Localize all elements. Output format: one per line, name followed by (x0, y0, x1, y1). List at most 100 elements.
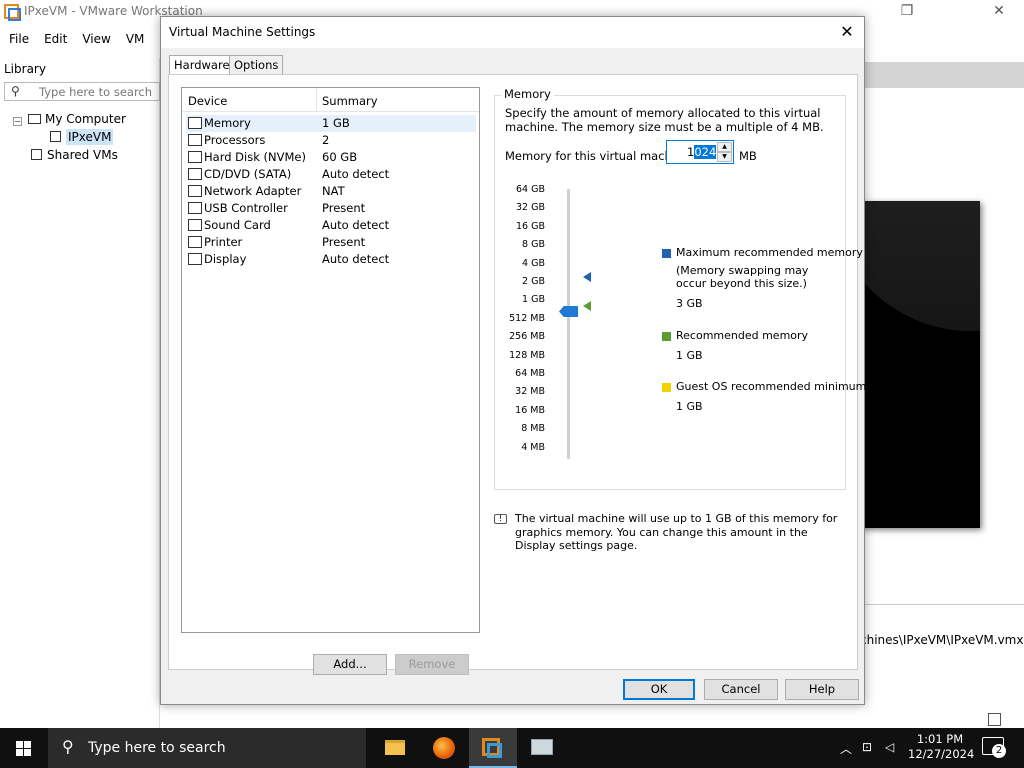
device-row-memory[interactable]: memory-iconMemory 1 GB (186, 115, 476, 132)
remove-button[interactable]: Remove (395, 654, 469, 675)
taskbar-search-placeholder: Type here to search (88, 740, 226, 756)
collapse-icon[interactable]: − (13, 117, 22, 126)
scale-label: 4 GB (522, 257, 545, 269)
tree-item-label: My Computer (45, 112, 126, 126)
add-button[interactable]: Add... (313, 654, 387, 675)
search-icon: ⚲ (62, 737, 74, 756)
menu-vm[interactable]: VM (120, 28, 151, 50)
vmware-logo-icon (4, 4, 21, 21)
device-summary: 1 GB (322, 116, 350, 130)
memory-spinbox[interactable]: 1024 ▲ ▼ (666, 140, 734, 164)
device-summary: Present (322, 201, 366, 215)
cancel-button[interactable]: Cancel (704, 679, 778, 700)
device-icon: cd-dvd-icon (188, 168, 202, 180)
library-title: Library (4, 62, 46, 76)
vmware-taskbar-icon[interactable] (469, 728, 517, 768)
device-name: Hard Disk (NVMe) (204, 150, 306, 164)
taskbar-clock[interactable]: 1:01 PM 12/27/2024 (908, 732, 974, 762)
memory-value-selected: 024 (694, 145, 717, 159)
device-name: Memory (204, 116, 251, 130)
network-icon[interactable]: ⊡ (862, 740, 872, 754)
info-bubble-icon: ! (494, 514, 507, 524)
column-device[interactable]: Device (188, 94, 227, 108)
vm-icon (50, 131, 61, 142)
menu-edit[interactable]: Edit (38, 28, 73, 50)
device-icon: usb-controller-icon (188, 202, 202, 214)
device-row-network-adapter[interactable]: network-adapter-iconNetwork Adapter NAT (186, 183, 476, 200)
show-hidden-icons-icon[interactable]: ︿ (840, 740, 852, 757)
scale-label: 32 GB (516, 202, 545, 214)
device-icon: network-adapter-icon (188, 185, 202, 197)
divider (860, 604, 1024, 605)
recommended-swatch (662, 332, 671, 341)
device-name: Network Adapter (204, 184, 302, 198)
scale-label: 512 MB (509, 312, 545, 324)
device-summary: Auto detect (322, 218, 390, 232)
scale-label: 4 MB (521, 441, 545, 453)
help-button[interactable]: Help (785, 679, 859, 700)
scale-label: 256 MB (509, 331, 545, 343)
device-name: Sound Card (204, 218, 271, 232)
menu-view[interactable]: View (76, 28, 116, 50)
memory-slider-track[interactable] (567, 189, 570, 459)
device-row-sound-card[interactable]: sound-card-iconSound Card Auto detect (186, 217, 476, 234)
spin-down-icon[interactable]: ▼ (717, 152, 732, 162)
tab-hardware[interactable]: Hardware (169, 55, 235, 75)
note-icon[interactable] (988, 713, 1001, 726)
taskbar-search[interactable]: ⚲ Type here to search (48, 728, 366, 768)
hardware-tab-page: Device Summary memory-iconMemory1 GBproc… (168, 74, 866, 675)
vm-tab-strip (860, 62, 1024, 88)
device-row-hard-disk-nvme[interactable]: hard-disk-iconHard Disk (NVMe) 60 GB (186, 149, 476, 166)
memory-value[interactable]: 1024 (687, 145, 717, 159)
file-explorer-icon[interactable] (370, 728, 418, 768)
graphics-memory-text: The virtual machine will use up to 1 GB … (515, 512, 838, 552)
tree-item-shared-vms[interactable]: Shared VMs (31, 148, 118, 162)
device-icon: processor-icon (188, 134, 202, 146)
max-recommended-marker (583, 272, 591, 282)
ok-button[interactable]: OK (623, 679, 695, 700)
legend-recommended-value: 1 GB (676, 349, 703, 362)
device-icon: hard-disk-icon (188, 151, 202, 163)
device-summary: Auto detect (322, 167, 390, 181)
device-row-display[interactable]: display-iconDisplay Auto detect (186, 251, 476, 268)
tab-options[interactable]: Options (229, 55, 284, 74)
close-icon[interactable]: ✕ (976, 0, 1022, 24)
shared-vms-icon (31, 149, 42, 160)
tree-item-label: IPxeVM (66, 129, 114, 145)
device-summary: 60 GB (322, 150, 358, 164)
search-icon: ⚲ (11, 84, 20, 98)
volume-icon[interactable]: ◁ (885, 740, 894, 754)
device-row-usb-controller[interactable]: usb-controller-iconUSB Controller Present (186, 200, 476, 217)
vm-screen-preview[interactable] (860, 201, 980, 528)
memory-slider-thumb[interactable] (559, 306, 578, 317)
dialog-title-bar: Virtual Machine Settings ✕ (161, 17, 864, 48)
restore-icon[interactable]: ❐ (884, 0, 930, 24)
scale-label: 32 MB (515, 386, 545, 398)
device-row-processors[interactable]: processor-iconProcessors 2 (186, 132, 476, 149)
device-row-cd-dvd-sata[interactable]: cd-dvd-iconCD/DVD (SATA) Auto detect (186, 166, 476, 183)
memory-group-title: Memory (501, 87, 554, 101)
device-icon: printer-icon (188, 236, 202, 248)
scale-label: 64 GB (516, 184, 545, 195)
device-name: CD/DVD (SATA) (204, 167, 292, 181)
column-summary[interactable]: Summary (322, 94, 378, 108)
max-recommended-swatch (662, 249, 671, 258)
memory-group: Memory Specify the amount of memory allo… (494, 87, 866, 490)
scale-label: 1 GB (522, 294, 545, 306)
device-summary: NAT (322, 184, 345, 198)
start-button[interactable] (0, 728, 48, 768)
dialog-close-icon[interactable]: ✕ (834, 20, 860, 44)
device-row-printer[interactable]: printer-iconPrinter Present (186, 234, 476, 251)
menu-bar: File Edit View VM (0, 28, 150, 50)
legend-guest-label: Guest OS recommended minimum (676, 380, 867, 393)
notification-count-badge: 2 (992, 744, 1006, 758)
notification-center-icon[interactable]: 2 (982, 737, 1006, 758)
device-name: USB Controller (204, 201, 288, 215)
spin-up-icon[interactable]: ▲ (717, 142, 732, 152)
tree-item-ipxevm[interactable]: IPxeVM (50, 129, 114, 145)
library-search-input[interactable]: ⚲ Type here to search (4, 82, 160, 101)
firefox-icon[interactable] (420, 728, 468, 768)
menu-file[interactable]: File (3, 28, 35, 50)
tree-item-my-computer[interactable]: My Computer (28, 112, 126, 126)
network-app-icon[interactable] (518, 728, 566, 768)
